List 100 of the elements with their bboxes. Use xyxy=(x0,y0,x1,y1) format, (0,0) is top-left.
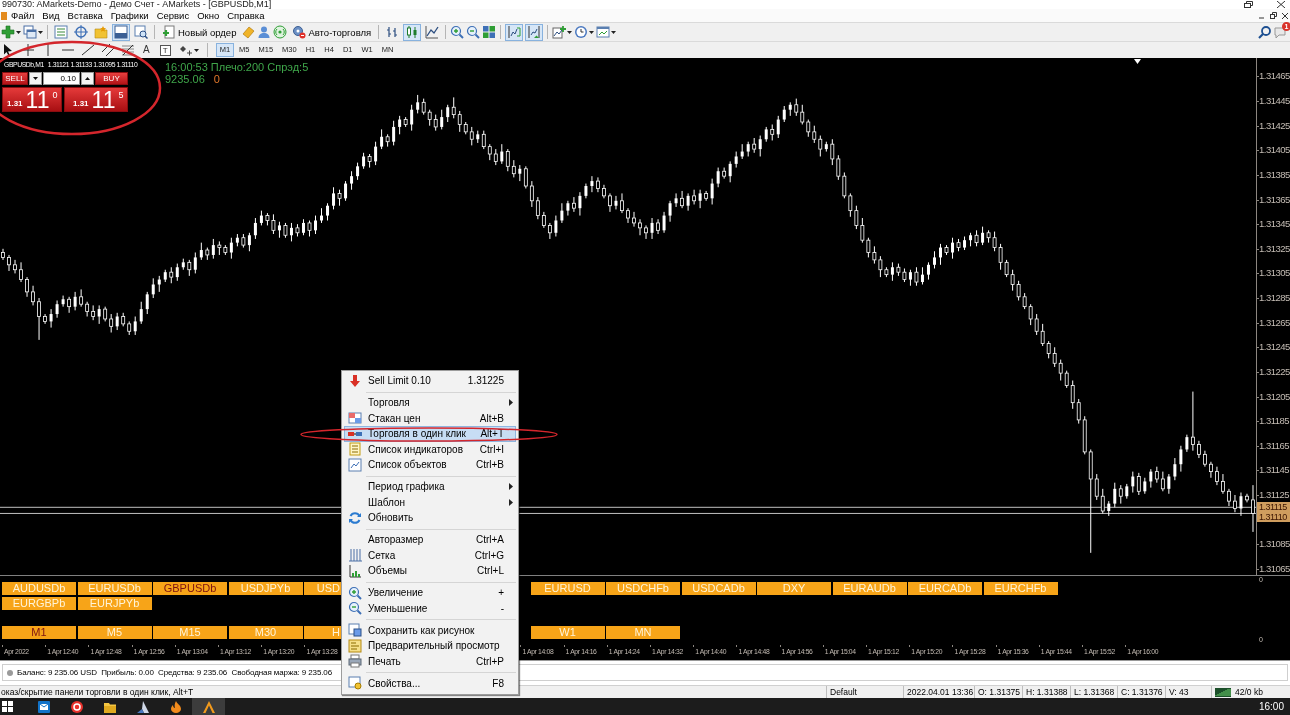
candle xyxy=(602,184,606,199)
zoom-out-icon xyxy=(348,601,362,616)
menu-item[interactable]: Увеличение + xyxy=(344,585,516,601)
sell-button[interactable]: SELL xyxy=(2,72,28,85)
lot-field[interactable]: 0.10 xyxy=(43,72,80,85)
menu-bar-item[interactable]: Графики xyxy=(106,9,153,22)
caret-icon[interactable] xyxy=(611,30,617,34)
balance-summary: Баланс: 9 235.06 USD Прибыль: 0.00 Средства: 9 235.06 Свободная маржа: 9 235.06 xyxy=(17,668,333,677)
caret-icon[interactable] xyxy=(589,30,595,34)
menu-item[interactable]: Авторазмер Ctrl+A xyxy=(344,532,516,548)
close-icon[interactable] xyxy=(1282,12,1288,19)
candle xyxy=(1245,493,1249,503)
candle xyxy=(710,178,714,205)
caret-icon[interactable] xyxy=(16,30,21,34)
candle xyxy=(295,223,300,237)
zoom-out-icon[interactable] xyxy=(466,25,481,39)
window-chart-icon[interactable] xyxy=(596,25,611,39)
menu-bar-item[interactable]: Сервис xyxy=(152,9,194,22)
menu-bar-item[interactable]: Окно xyxy=(193,9,224,22)
triangle-app-icon[interactable] xyxy=(202,701,215,713)
caret-icon[interactable] xyxy=(567,30,573,34)
candle xyxy=(440,109,444,130)
menu-item[interactable]: Свойства... F8 xyxy=(344,675,516,691)
candle xyxy=(662,211,666,234)
clock-icon[interactable] xyxy=(574,25,589,39)
shapes-icon[interactable] xyxy=(178,43,193,57)
menu-item[interactable]: Сохранить как рисунок xyxy=(344,622,516,638)
crosshair-icon[interactable] xyxy=(21,43,35,57)
bar-time: 2022.04.01 13:36 xyxy=(907,686,974,698)
menu-item[interactable]: Торговля xyxy=(344,395,516,411)
ring-icon[interactable] xyxy=(70,701,83,713)
chart-plus-icon[interactable] xyxy=(552,25,567,39)
menu-item[interactable]: Уменьшение - xyxy=(344,600,516,616)
restore-icon[interactable] xyxy=(1270,12,1277,19)
label-tool-button[interactable]: T xyxy=(159,44,171,56)
caret-icon[interactable] xyxy=(193,48,199,52)
candle xyxy=(55,300,59,319)
close-icon[interactable] xyxy=(1277,1,1285,8)
zoom-in-icon[interactable] xyxy=(450,25,465,39)
text-tool-button[interactable]: A xyxy=(141,43,152,57)
candle xyxy=(956,238,961,252)
candle xyxy=(596,176,600,193)
menu-item[interactable]: Печать Ctrl+P xyxy=(344,653,516,669)
price-axis-label: 1.31305 xyxy=(1259,268,1290,279)
menu-item[interactable]: Сетка Ctrl+G xyxy=(344,547,516,563)
search-icon[interactable] xyxy=(1258,25,1272,39)
trendline-icon[interactable] xyxy=(81,43,95,57)
tile-grid-icon[interactable] xyxy=(482,25,497,39)
plus-icon[interactable] xyxy=(1,25,15,39)
four-squares-icon[interactable] xyxy=(2,701,13,712)
menu-bar-item[interactable]: Справка xyxy=(223,9,269,22)
new-order-button[interactable]: Новый ордер xyxy=(159,23,240,41)
wedge-app-icon[interactable] xyxy=(136,701,149,713)
caret-icon[interactable] xyxy=(38,30,43,34)
folder-icon[interactable] xyxy=(103,701,116,713)
chat-icon[interactable] xyxy=(1274,25,1288,39)
price-axis-label: 1.31165 xyxy=(1259,440,1290,451)
lot-decrease-button[interactable] xyxy=(29,72,42,85)
menu-item[interactable]: Список объектов Ctrl+B xyxy=(344,457,516,473)
candle xyxy=(1203,450,1207,468)
candle xyxy=(680,190,684,209)
current-price-label: 1.31115 xyxy=(1257,502,1290,513)
triangle-marker-icon xyxy=(1134,59,1141,64)
menu-bar-item[interactable]: Файл xyxy=(7,9,39,22)
menu-item[interactable]: Список индикаторов Ctrl+I xyxy=(344,441,516,457)
candle xyxy=(764,126,768,143)
document-icon xyxy=(348,638,362,653)
down-triangle-icon xyxy=(33,77,38,80)
flame-icon[interactable] xyxy=(169,701,182,713)
person-icon[interactable] xyxy=(257,25,272,39)
broadcast-icon[interactable] xyxy=(273,25,288,39)
fibonacci-icon[interactable] xyxy=(121,43,135,57)
price-axis-label: 1.31145 xyxy=(1259,465,1290,476)
volume-bars-icon xyxy=(348,563,362,578)
buy-button[interactable]: BUY xyxy=(95,72,128,85)
menu-item[interactable]: Период графика xyxy=(344,479,516,495)
restore-icon[interactable] xyxy=(1244,1,1253,8)
menu-item[interactable]: Обновить xyxy=(344,510,516,526)
refresh-icon xyxy=(348,510,362,525)
chart-window-icon xyxy=(348,457,362,472)
period-button[interactable]: M1 xyxy=(2,625,76,639)
menu-item[interactable]: Стакан цен Alt+B xyxy=(344,410,516,426)
candle xyxy=(61,295,65,308)
candle xyxy=(67,296,71,314)
menu-item[interactable]: Шаблон xyxy=(344,494,516,510)
mail-app-icon[interactable] xyxy=(37,701,50,713)
auto-trading-button[interactable]: Авто-торговля xyxy=(289,23,375,41)
candle xyxy=(157,275,161,293)
menu-item[interactable]: Объемы Ctrl+L xyxy=(344,563,516,579)
symbol-button[interactable]: GBPUSDb xyxy=(153,582,227,595)
window-stack-icon[interactable] xyxy=(23,25,37,39)
list-icon xyxy=(348,442,362,457)
menu-item[interactable]: Предварительный просмотр xyxy=(344,638,516,654)
menu-bar-item[interactable]: Вид xyxy=(38,9,64,22)
menu-bar-item[interactable]: Вставка xyxy=(63,9,107,22)
menu-item[interactable]: Sell Limit 0.10 1.31225 xyxy=(344,373,516,389)
candle xyxy=(181,258,185,271)
candle xyxy=(1227,488,1231,507)
equity-value: 9235.06 xyxy=(165,73,205,85)
lot-increase-button[interactable] xyxy=(81,72,94,85)
